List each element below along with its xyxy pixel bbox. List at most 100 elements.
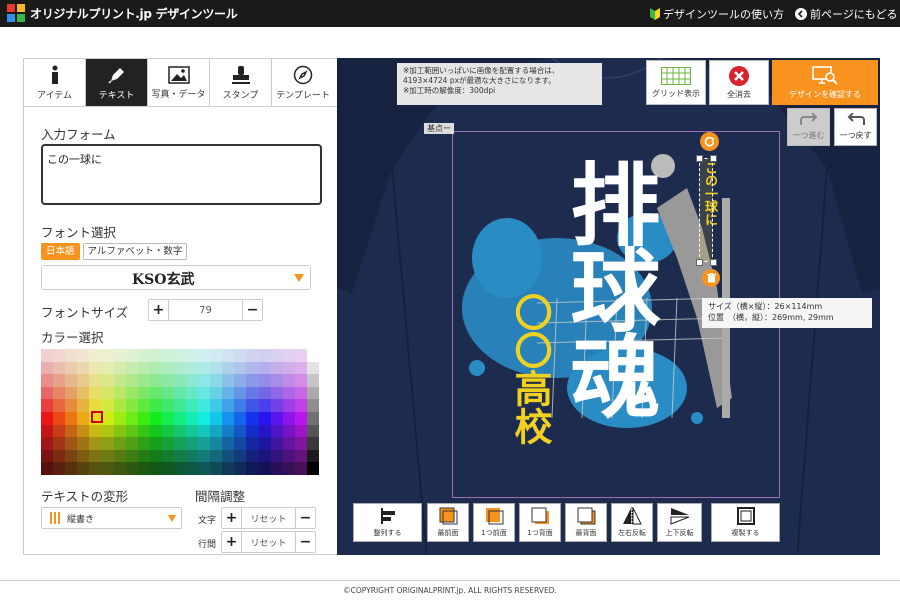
lang-alphabet-button[interactable]: アルファベット・数字 [82,243,188,260]
color-swatch[interactable] [113,374,126,387]
color-swatch[interactable] [149,349,162,362]
color-swatch[interactable] [222,449,235,463]
color-swatch[interactable] [234,399,247,412]
char-spacing-reset-button[interactable]: リセット [241,508,296,528]
color-swatch[interactable] [198,449,211,463]
color-swatch[interactable] [210,361,223,375]
color-swatch[interactable] [53,424,66,438]
color-swatch[interactable] [53,374,66,387]
duplicate-button[interactable]: 複製する [711,503,780,542]
color-swatch[interactable] [113,399,126,412]
color-swatch[interactable] [294,462,307,475]
color-swatch[interactable] [282,386,295,400]
color-swatch[interactable] [41,349,54,362]
confirm-design-button[interactable]: デザインを確認する [772,60,878,105]
tab-text[interactable]: テキスト [86,59,148,106]
color-swatch[interactable] [306,386,319,400]
clear-all-button[interactable]: 全消去 [709,60,769,105]
color-swatch[interactable] [173,424,187,438]
flip-horizontal-button[interactable]: 左右反転 [611,503,653,542]
color-swatch[interactable] [65,424,78,438]
send-to-back-button[interactable]: 最背面 [565,503,607,542]
color-swatch[interactable] [258,361,271,375]
color-swatch[interactable] [294,412,307,425]
char-spacing-decrease-button[interactable]: − [296,508,315,528]
font-select[interactable]: KSO玄武 [41,265,311,290]
color-swatch[interactable] [101,374,114,387]
color-swatch[interactable] [198,424,211,438]
color-swatch[interactable] [246,349,259,362]
color-swatch[interactable] [101,437,114,450]
color-swatch[interactable] [77,462,90,475]
color-swatch[interactable] [149,449,162,463]
tab-item[interactable]: アイテム [24,59,86,106]
color-swatch[interactable] [65,374,78,387]
color-swatch[interactable] [294,449,307,463]
color-swatch[interactable] [234,361,247,375]
color-swatch[interactable] [113,412,126,425]
color-swatch[interactable] [41,386,54,400]
color-swatch[interactable] [222,399,235,412]
text-input-field[interactable]: この一球に [41,144,322,205]
text-transform-select[interactable]: 縦書き [41,507,182,529]
bring-forward-button[interactable]: 1つ前面 [473,503,515,542]
color-swatch[interactable] [198,399,211,412]
color-swatch[interactable] [125,361,138,375]
color-swatch[interactable] [222,349,235,362]
color-swatch[interactable] [198,349,211,362]
color-swatch[interactable] [137,412,150,425]
color-swatch[interactable] [53,437,66,450]
color-swatch[interactable] [198,374,211,387]
color-swatch[interactable] [53,412,66,425]
color-swatch[interactable] [113,386,126,400]
color-swatch[interactable] [77,449,90,463]
color-swatch[interactable] [210,374,223,387]
color-swatch[interactable] [294,361,307,375]
color-swatch[interactable] [161,349,174,362]
color-swatch[interactable] [306,437,319,450]
color-swatch[interactable] [77,386,90,400]
color-swatch[interactable] [89,424,102,438]
color-swatch[interactable] [125,412,138,425]
color-swatch[interactable] [173,386,187,400]
help-link[interactable]: デザインツールの使い方 [650,6,784,22]
color-swatch[interactable] [101,399,114,412]
color-swatch[interactable] [258,424,271,438]
logo[interactable]: オリジナルプリント.jp デザインツール [6,3,238,23]
color-swatch[interactable] [186,374,199,387]
color-swatch[interactable] [198,437,211,450]
color-swatch[interactable] [101,349,114,362]
color-swatch[interactable] [53,399,66,412]
color-swatch[interactable] [222,374,235,387]
font-size-value[interactable]: 79 [168,300,243,320]
tab-stamp[interactable]: スタンプ [210,59,272,106]
color-swatch[interactable] [173,437,187,450]
color-swatch[interactable] [137,349,150,362]
color-swatch[interactable] [258,449,271,463]
color-swatch[interactable] [89,349,102,362]
color-swatch[interactable] [137,374,150,387]
color-swatch[interactable] [234,412,247,425]
color-swatch[interactable] [282,462,295,475]
lang-japanese-button[interactable]: 日本語 [41,243,80,260]
color-swatch[interactable] [222,412,235,425]
color-swatch[interactable] [222,424,235,438]
color-swatch[interactable] [222,361,235,375]
color-swatch[interactable] [234,386,247,400]
color-swatch[interactable] [149,437,162,450]
color-swatch[interactable] [282,399,295,412]
color-swatch[interactable] [258,412,271,425]
color-swatch[interactable] [161,361,174,375]
color-swatch[interactable] [306,361,319,375]
color-swatch[interactable] [186,361,199,375]
color-swatch[interactable] [149,424,162,438]
color-swatch[interactable] [306,449,319,463]
color-swatch[interactable] [173,399,187,412]
color-swatch[interactable] [113,437,126,450]
color-swatch[interactable] [294,374,307,387]
color-swatch[interactable] [270,424,283,438]
send-backward-button[interactable]: 1つ背面 [519,503,561,542]
color-swatch[interactable] [89,374,102,387]
color-swatch[interactable] [210,386,223,400]
color-swatch[interactable] [65,462,78,475]
